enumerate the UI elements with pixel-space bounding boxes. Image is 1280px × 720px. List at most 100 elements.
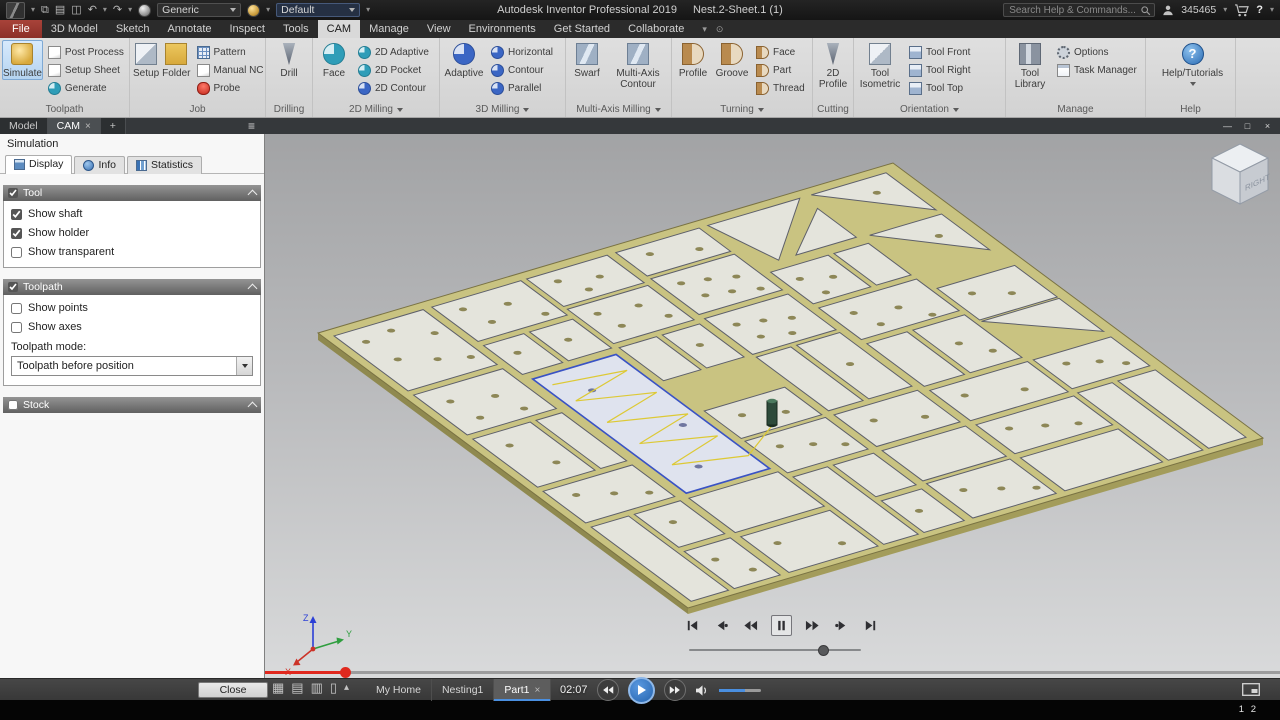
search-input[interactable] <box>1007 4 1140 17</box>
pause-button[interactable] <box>771 615 792 636</box>
search-box[interactable] <box>1003 3 1155 17</box>
2d-adaptive-button[interactable]: 2D Adaptive <box>354 43 433 61</box>
swarf-button[interactable]: Swarf <box>568 40 606 80</box>
speed-slider-handle[interactable] <box>818 645 829 656</box>
close-button[interactable]: Close <box>198 682 268 698</box>
fullscreen-icon[interactable] <box>1242 683 1260 696</box>
group-dropdown-icon[interactable] <box>953 108 959 112</box>
caret-icon[interactable]: ▾ <box>1223 6 1227 14</box>
part-turning-button[interactable]: Part <box>752 61 809 79</box>
horizontal-button[interactable]: Horizontal <box>487 43 557 61</box>
viewport-3d-scene[interactable]: RIGHT Z Y X <box>265 134 1280 678</box>
video-rewind-button[interactable] <box>597 679 619 701</box>
expand-up-icon[interactable]: ▴ <box>344 683 349 693</box>
cart-icon[interactable] <box>1234 4 1249 17</box>
contour-3d-button[interactable]: Contour <box>487 61 557 79</box>
tool-top-button[interactable]: Tool Top <box>905 79 974 97</box>
parallel-button[interactable]: Parallel <box>487 79 557 97</box>
ribbon-options-icon[interactable]: ⊙ <box>716 24 724 35</box>
doc-minimize-button[interactable]: — <box>1219 118 1236 134</box>
show-axes-row[interactable]: Show axes <box>6 317 258 336</box>
tool-isometric-button[interactable]: Tool Isometric <box>856 40 904 91</box>
2d-contour-button[interactable]: 2D Contour <box>354 79 433 97</box>
ribbon-tab-collaborate[interactable]: Collaborate <box>619 20 693 38</box>
grid-view-icon[interactable]: ▦ <box>272 681 284 694</box>
video-progress-handle[interactable] <box>340 667 351 678</box>
tab-part1[interactable]: Part1 × <box>494 679 551 701</box>
tab-nesting1[interactable]: Nesting1 <box>432 679 494 701</box>
viewport[interactable]: RIGHT Z Y X <box>265 134 1280 678</box>
redo-icon[interactable]: ↷ <box>113 5 122 16</box>
search-icon[interactable] <box>1140 5 1151 16</box>
group-dropdown-icon[interactable] <box>523 108 529 112</box>
group-dropdown-icon[interactable] <box>397 108 403 112</box>
toolpath-section-header[interactable]: Toolpath <box>3 279 261 295</box>
manual-nc-button[interactable]: Manual NC <box>193 61 268 79</box>
save-icon[interactable]: ◫ <box>71 5 81 16</box>
collapse-icon[interactable] <box>248 284 258 294</box>
setup-sheet-button[interactable]: Setup Sheet <box>44 61 128 79</box>
material-select[interactable]: Generic <box>157 3 241 17</box>
show-shaft-checkbox[interactable] <box>11 209 22 220</box>
ribbon-tab-manage[interactable]: Manage <box>360 20 418 38</box>
inventor-logo-icon[interactable] <box>6 2 25 19</box>
show-points-row[interactable]: Show points <box>6 298 258 317</box>
help-icon[interactable]: ? <box>1256 4 1263 16</box>
ribbon-tab-environments[interactable]: Environments <box>460 20 545 38</box>
profile-turning-button[interactable]: Profile <box>674 40 712 80</box>
ribbon-tab-view[interactable]: View <box>418 20 460 38</box>
tab-my-home[interactable]: My Home <box>366 679 432 701</box>
undo-icon[interactable]: ↶ <box>88 5 97 16</box>
generate-button[interactable]: Generate <box>44 79 128 97</box>
show-holder-checkbox[interactable] <box>11 228 22 239</box>
video-play-button[interactable] <box>628 677 655 704</box>
caret-icon[interactable]: ▾ <box>366 6 370 14</box>
show-axes-checkbox[interactable] <box>11 322 22 333</box>
ribbon-tab-cam[interactable]: CAM <box>318 20 360 38</box>
play-forward-button[interactable] <box>804 617 821 634</box>
tab-info[interactable]: Info <box>74 156 125 174</box>
appearance-select[interactable]: Default <box>276 3 360 17</box>
show-shaft-row[interactable]: Show shaft <box>6 204 258 223</box>
volume-slider[interactable] <box>719 689 761 692</box>
tool-front-button[interactable]: Tool Front <box>905 43 974 61</box>
toolpath-mode-select[interactable]: Toolpath before position <box>11 356 253 376</box>
ribbon-tab-tools[interactable]: Tools <box>274 20 318 38</box>
doc-close-button[interactable]: × <box>1259 118 1276 134</box>
face-turning-button[interactable]: Face <box>752 43 809 61</box>
show-holder-row[interactable]: Show holder <box>6 223 258 242</box>
doc-restore-button[interactable]: □ <box>1239 118 1256 134</box>
drill-button[interactable]: Drill <box>268 40 310 80</box>
toolpath-visible-checkbox[interactable] <box>8 282 18 292</box>
user-icon[interactable] <box>1162 4 1174 16</box>
ribbon-tab-annotate[interactable]: Annotate <box>158 20 220 38</box>
stock-visible-checkbox[interactable] <box>8 400 18 410</box>
tab-statistics[interactable]: Statistics <box>127 156 202 174</box>
panel-menu-icon[interactable]: ≡ <box>248 118 255 134</box>
volume-icon[interactable] <box>695 684 710 697</box>
caret-icon[interactable]: ▾ <box>128 6 132 14</box>
group-dropdown-icon[interactable] <box>758 108 764 112</box>
split-view-icon[interactable]: ▤ <box>291 681 303 694</box>
simulation-speed-slider[interactable] <box>689 649 861 651</box>
ribbon-tab-get-started[interactable]: Get Started <box>545 20 619 38</box>
panel-tab-cam[interactable]: CAM × <box>48 118 101 134</box>
show-transparent-row[interactable]: Show transparent <box>6 242 258 261</box>
caret-icon[interactable]: ▾ <box>266 6 270 14</box>
view-cube[interactable]: RIGHT <box>1212 144 1270 204</box>
options-button[interactable]: Options <box>1053 43 1141 61</box>
group-dropdown-icon[interactable] <box>655 108 661 112</box>
pattern-button[interactable]: Pattern <box>193 43 268 61</box>
close-tab-icon[interactable]: × <box>85 121 91 132</box>
new-icon[interactable]: ⧉ <box>41 5 49 16</box>
open-icon[interactable]: ▤ <box>55 5 65 16</box>
thread-button[interactable]: Thread <box>752 79 809 97</box>
tool-section-header[interactable]: Tool <box>3 185 261 201</box>
show-points-checkbox[interactable] <box>11 303 22 314</box>
simulate-button[interactable]: Simulate <box>2 40 43 80</box>
2d-pocket-button[interactable]: 2D Pocket <box>354 61 433 79</box>
post-process-button[interactable]: Post Process <box>44 43 128 61</box>
ribbon-tab-sketch[interactable]: Sketch <box>107 20 159 38</box>
caret-icon[interactable]: ▾ <box>1270 6 1274 14</box>
caret-icon[interactable]: ▾ <box>103 6 107 14</box>
